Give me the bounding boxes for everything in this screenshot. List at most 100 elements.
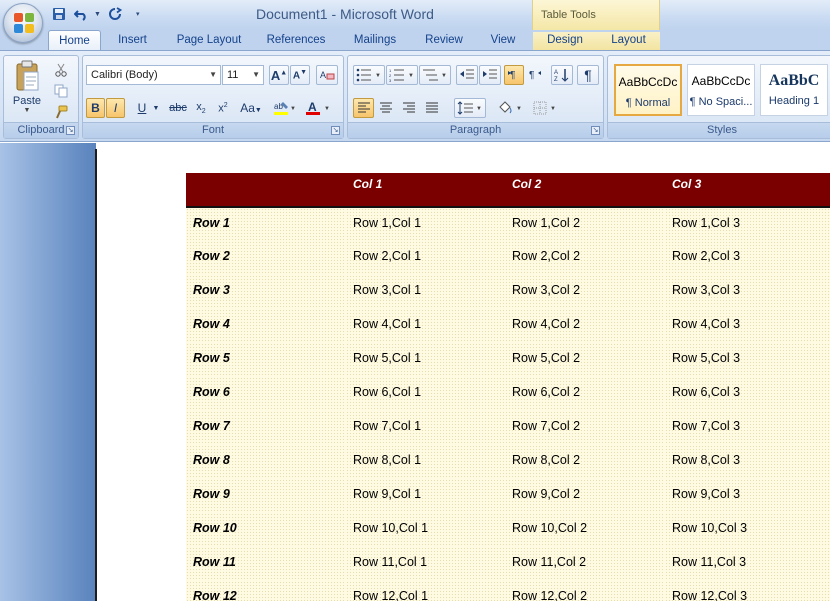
bold-button[interactable]: B xyxy=(86,98,105,118)
line-spacing-button[interactable]: ▼ xyxy=(454,98,486,118)
grow-font-button[interactable]: A▲ xyxy=(269,65,289,85)
table-cell[interactable]: Row 2,Col 2 xyxy=(505,241,665,275)
table-header-cell[interactable]: Col 3 xyxy=(665,173,830,208)
tab-mailings[interactable]: Mailings xyxy=(346,32,404,50)
clipboard-dialog-launcher[interactable]: ↘ xyxy=(66,126,75,135)
table-row-header-cell[interactable]: Row 3 xyxy=(186,275,346,309)
document-page[interactable]: Col 1 Col 2 Col 3 Row 1 Row 1,Col 1 Row 1,… xyxy=(97,149,830,601)
table-cell[interactable]: Row 9,Col 1 xyxy=(346,479,505,513)
save-icon[interactable] xyxy=(50,5,68,23)
tab-page-layout[interactable]: Page Layout xyxy=(170,32,248,50)
table-cell[interactable]: Row 8,Col 2 xyxy=(505,445,665,479)
tab-references[interactable]: References xyxy=(262,32,330,50)
style-no-spacing[interactable]: AaBbCcDc ¶ No Spaci... xyxy=(687,64,755,116)
table-row-header-cell[interactable]: Row 8 xyxy=(186,445,346,479)
table-row-header-cell[interactable]: Row 11 xyxy=(186,547,346,581)
office-button[interactable] xyxy=(3,3,43,43)
table-cell[interactable]: Row 7,Col 2 xyxy=(505,411,665,445)
table-cell[interactable]: Row 3,Col 1 xyxy=(346,275,505,309)
show-formatting-button[interactable]: ¶ xyxy=(577,65,599,85)
table-row-header-cell[interactable]: Row 7 xyxy=(186,411,346,445)
sort-button[interactable]: AZ xyxy=(551,65,573,85)
table-header-cell[interactable]: Col 2 xyxy=(505,173,665,208)
table-cell[interactable]: Row 8,Col 1 xyxy=(346,445,505,479)
table-row-header-cell[interactable]: Row 12 xyxy=(186,581,346,601)
table-row-header-cell[interactable]: Row 2 xyxy=(186,241,346,275)
table-cell[interactable]: Row 12,Col 1 xyxy=(346,581,505,601)
font-size-combo[interactable]: 11 ▼ xyxy=(222,65,264,85)
superscript-button[interactable]: x2 xyxy=(213,98,233,118)
tab-layout[interactable]: Layout xyxy=(597,32,660,50)
table-row-header-cell[interactable]: Row 5 xyxy=(186,343,346,377)
font-dialog-launcher[interactable]: ↘ xyxy=(331,126,340,135)
table-cell[interactable]: Row 12,Col 2 xyxy=(505,581,665,601)
undo-icon[interactable] xyxy=(72,5,90,23)
align-left-button[interactable] xyxy=(353,98,374,118)
underline-dropdown[interactable]: ▼ xyxy=(151,98,161,118)
redo-icon[interactable] xyxy=(106,5,124,23)
table-cell[interactable]: Row 11,Col 1 xyxy=(346,547,505,581)
table-row-header-cell[interactable]: Row 6 xyxy=(186,377,346,411)
table-cell[interactable]: Row 5,Col 2 xyxy=(505,343,665,377)
table-cell[interactable]: Row 4,Col 3 xyxy=(665,309,830,343)
justify-button[interactable] xyxy=(421,98,442,118)
table-cell[interactable]: Row 6,Col 3 xyxy=(665,377,830,411)
table-header-cell[interactable] xyxy=(186,173,346,208)
table-cell[interactable]: Row 4,Col 2 xyxy=(505,309,665,343)
table-cell[interactable]: Row 2,Col 1 xyxy=(346,241,505,275)
bullets-button[interactable]: ▼ xyxy=(353,65,385,85)
style-normal[interactable]: AaBbCcDc ¶ Normal xyxy=(614,64,682,116)
table-row-header-cell[interactable]: Row 9 xyxy=(186,479,346,513)
table-cell[interactable]: Row 7,Col 1 xyxy=(346,411,505,445)
tab-home[interactable]: Home xyxy=(48,30,101,51)
underline-button[interactable]: U xyxy=(133,98,151,118)
copy-button[interactable] xyxy=(52,81,70,101)
table-cell[interactable]: Row 5,Col 3 xyxy=(665,343,830,377)
table-header-cell[interactable]: Col 1 xyxy=(346,173,505,208)
document-table[interactable]: Col 1 Col 2 Col 3 Row 1 Row 1,Col 1 Row 1,… xyxy=(186,173,830,601)
customize-icon[interactable]: ▾ xyxy=(136,10,144,18)
tab-review[interactable]: Review xyxy=(418,32,470,50)
change-case-button[interactable]: Aa▼ xyxy=(237,98,265,118)
highlight-button[interactable]: ab ▼ xyxy=(271,98,299,118)
borders-button[interactable]: ▼ xyxy=(530,98,562,118)
table-cell[interactable]: Row 6,Col 2 xyxy=(505,377,665,411)
subscript-button[interactable]: x2 xyxy=(191,98,211,118)
table-cell[interactable]: Row 1,Col 1 xyxy=(346,207,505,241)
align-center-button[interactable] xyxy=(375,98,396,118)
tab-view[interactable]: View xyxy=(484,32,522,50)
table-cell[interactable]: Row 9,Col 3 xyxy=(665,479,830,513)
shading-button[interactable]: ▼ xyxy=(494,98,526,118)
table-cell[interactable]: Row 12,Col 3 xyxy=(665,581,830,601)
format-painter-button[interactable] xyxy=(52,102,70,122)
table-cell[interactable]: Row 6,Col 1 xyxy=(346,377,505,411)
table-cell[interactable]: Row 1,Col 2 xyxy=(505,207,665,241)
table-cell[interactable]: Row 1,Col 3 xyxy=(665,207,830,241)
table-cell[interactable]: Row 7,Col 3 xyxy=(665,411,830,445)
increase-indent-button[interactable] xyxy=(479,65,501,85)
paste-button[interactable]: Paste ▼ xyxy=(10,60,44,120)
multilevel-list-button[interactable]: ▼ xyxy=(419,65,451,85)
table-row-header-cell[interactable]: Row 4 xyxy=(186,309,346,343)
strikethrough-button[interactable]: abc xyxy=(167,98,189,118)
table-cell[interactable]: Row 10,Col 2 xyxy=(505,513,665,547)
italic-button[interactable]: I xyxy=(106,98,125,118)
tab-insert[interactable]: Insert xyxy=(110,32,155,50)
table-cell[interactable]: Row 9,Col 2 xyxy=(505,479,665,513)
rtl-button[interactable]: ¶ xyxy=(525,65,545,85)
tab-design[interactable]: Design xyxy=(533,32,597,50)
clear-formatting-button[interactable]: A xyxy=(316,65,338,85)
table-cell[interactable]: Row 2,Col 3 xyxy=(665,241,830,275)
paragraph-dialog-launcher[interactable]: ↘ xyxy=(591,126,600,135)
undo-dropdown-icon[interactable]: ▼ xyxy=(94,11,102,18)
table-row-header-cell[interactable]: Row 1 xyxy=(186,207,346,241)
cut-button[interactable] xyxy=(52,60,70,80)
table-cell[interactable]: Row 3,Col 2 xyxy=(505,275,665,309)
table-cell[interactable]: Row 10,Col 3 xyxy=(665,513,830,547)
table-cell[interactable]: Row 5,Col 1 xyxy=(346,343,505,377)
table-cell[interactable]: Row 10,Col 1 xyxy=(346,513,505,547)
table-cell[interactable]: Row 11,Col 2 xyxy=(505,547,665,581)
shrink-font-button[interactable]: A▼ xyxy=(290,65,310,85)
numbering-button[interactable]: 1 2 3 ▼ xyxy=(386,65,418,85)
font-color-button[interactable]: A ▼ xyxy=(303,98,335,118)
